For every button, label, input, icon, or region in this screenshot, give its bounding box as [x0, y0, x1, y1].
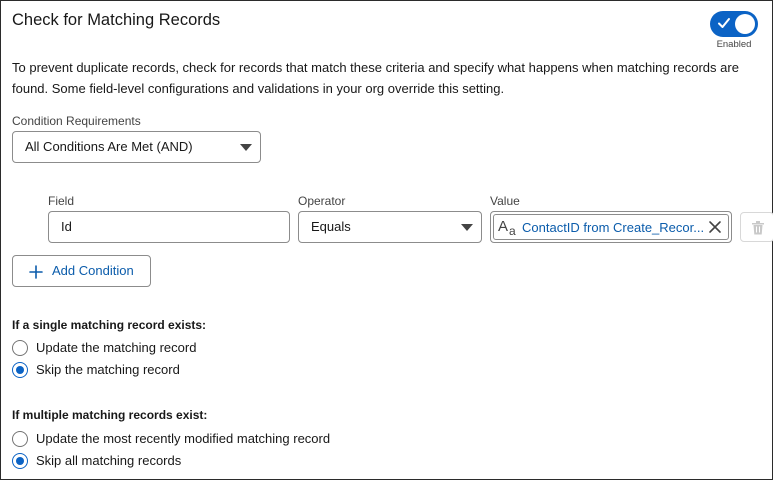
multiple-match-heading: If multiple matching records exist: — [12, 408, 208, 422]
radio-update-most-recent-record[interactable]: Update the most recently modified matchi… — [12, 430, 352, 448]
value-pill-label: ContactID from Create_Recor... — [522, 220, 704, 235]
check-matching-records-panel: Check for Matching Records Enabled To pr… — [0, 0, 773, 480]
enabled-toggle[interactable] — [710, 11, 758, 37]
radio-button[interactable] — [12, 340, 28, 356]
section-title: Check for Matching Records — [12, 11, 221, 29]
field-input-value: Id — [61, 219, 72, 234]
svg-text:a: a — [509, 224, 516, 237]
radio-label: Update the most recently modified matchi… — [36, 431, 331, 446]
value-label: Value — [490, 194, 520, 208]
delete-condition-button[interactable] — [740, 212, 773, 242]
chevron-down-icon — [461, 224, 473, 231]
add-condition-button[interactable]: Add Condition — [12, 255, 151, 287]
chevron-down-icon — [240, 144, 252, 151]
toggle-status-label: Enabled — [716, 39, 752, 50]
condition-requirements-label: Condition Requirements — [12, 114, 141, 128]
condition-requirements-select[interactable]: All Conditions Are Met (AND) — [12, 131, 261, 163]
field-label: Field — [48, 194, 75, 208]
close-icon[interactable] — [708, 220, 722, 234]
toggle-knob — [735, 14, 755, 34]
radio-button[interactable] — [12, 431, 28, 447]
radio-label: Skip the matching record — [36, 362, 180, 377]
radio-label: Skip all matching records — [36, 453, 182, 468]
operator-label: Operator — [298, 194, 346, 208]
radio-label: Update the matching record — [36, 340, 197, 355]
check-icon — [718, 18, 730, 28]
trash-icon — [752, 221, 764, 235]
value-field[interactable]: A a ContactID from Create_Recor... — [490, 211, 732, 243]
operator-select[interactable]: Equals — [298, 211, 482, 243]
description-text: To prevent duplicate records, check for … — [12, 60, 739, 96]
text-aa-icon: A a — [498, 218, 516, 237]
plus-icon — [29, 265, 43, 279]
radio-update-matching-record[interactable]: Update the matching record — [12, 339, 212, 357]
condition-requirements-value: All Conditions Are Met (AND) — [25, 139, 193, 154]
add-condition-label: Add Condition — [52, 263, 134, 278]
single-match-heading: If a single matching record exists: — [12, 318, 207, 332]
radio-button-selected[interactable] — [12, 453, 28, 469]
field-input[interactable]: Id — [48, 211, 290, 243]
svg-text:A: A — [498, 218, 508, 235]
value-pill[interactable]: A a ContactID from Create_Recor... — [493, 214, 729, 240]
radio-skip-matching-record[interactable]: Skip the matching record — [12, 361, 212, 379]
radio-button-selected[interactable] — [12, 362, 28, 378]
operator-select-value: Equals — [311, 219, 351, 234]
radio-skip-all-matching-records[interactable]: Skip all matching records — [12, 452, 212, 470]
